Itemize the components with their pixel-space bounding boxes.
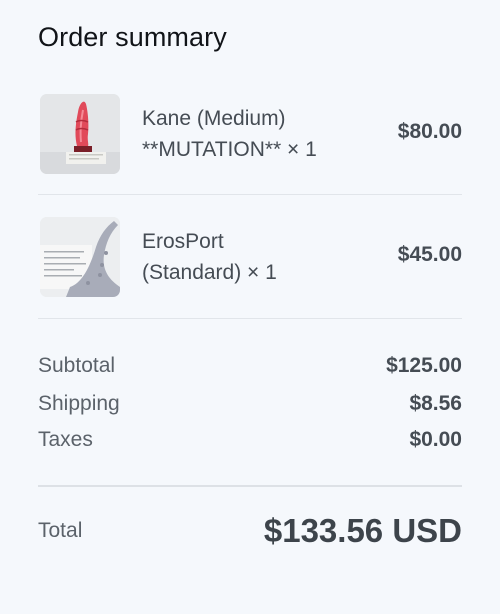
item-name-line1: ErosPort bbox=[142, 230, 224, 253]
product-thumbnail-erosport bbox=[40, 217, 120, 297]
order-summary-title: Order summary bbox=[38, 22, 227, 52]
item-name-line1: Kane (Medium) bbox=[142, 107, 286, 130]
item-price: $80.00 bbox=[397, 120, 462, 143]
total-value: $133.56 USD bbox=[263, 512, 462, 549]
subtotal-row: Subtotal $125.00 bbox=[38, 354, 462, 378]
divider bbox=[38, 194, 462, 195]
order-item: ErosPort (Standard) × 1 $45.00 bbox=[40, 217, 462, 297]
taxes-row: Taxes $0.00 bbox=[38, 428, 462, 452]
item-name-line2: (Standard) × 1 bbox=[142, 261, 277, 284]
taxes-value: $0.00 bbox=[409, 428, 462, 451]
item-name-line2: **MUTATION** × 1 bbox=[142, 138, 317, 161]
item-name: ErosPort (Standard) × 1 bbox=[142, 226, 398, 288]
subtotal-label: Subtotal bbox=[38, 354, 116, 377]
divider bbox=[38, 485, 462, 487]
shipping-label: Shipping bbox=[38, 392, 120, 415]
subtotal-value: $125.00 bbox=[386, 354, 462, 377]
item-name: Kane (Medium) **MUTATION** × 1 bbox=[142, 103, 398, 165]
shipping-row: Shipping $8.56 bbox=[38, 392, 462, 416]
taxes-label: Taxes bbox=[38, 428, 93, 451]
total-row: Total $133.56 USD bbox=[38, 512, 462, 550]
order-item: Kane (Medium) **MUTATION** × 1 $80.00 bbox=[40, 94, 462, 174]
product-thumbnail-kane bbox=[40, 94, 120, 174]
item-price: $45.00 bbox=[397, 243, 462, 266]
shipping-value: $8.56 bbox=[409, 392, 462, 415]
divider bbox=[38, 318, 462, 319]
total-label: Total bbox=[38, 519, 83, 542]
